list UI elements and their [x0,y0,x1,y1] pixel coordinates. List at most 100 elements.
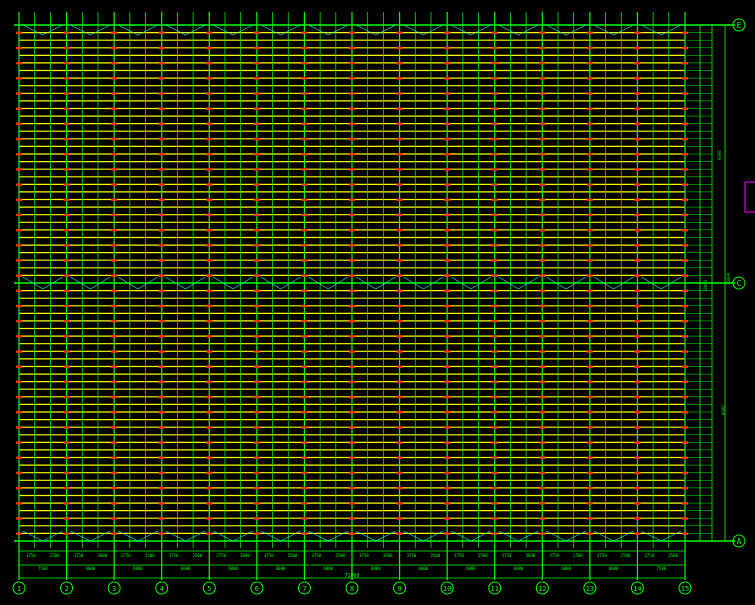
connection-marker [634,168,641,171]
connection-marker [301,213,308,217]
connection-marker [396,107,403,110]
connection-marker [206,486,213,490]
connection-marker [444,502,451,505]
connection-marker [539,365,546,368]
connection-marker [491,122,498,126]
connection-marker [301,471,308,475]
connection-marker [396,259,403,262]
connection-marker [158,228,165,232]
connection-marker [158,259,165,262]
connection-marker [206,456,213,459]
connection-marker [253,517,260,520]
connection-marker [349,61,355,65]
connection-marker [16,61,22,65]
connection-marker [63,350,70,353]
connection-marker [158,517,165,520]
connection-marker [253,304,260,308]
bottom-dim-label: 3750 [26,553,36,558]
connection-marker [396,335,403,338]
connection-marker [396,471,403,475]
connection-marker [539,198,546,201]
connection-marker [111,380,118,384]
connection-marker [396,441,403,444]
connection-marker [16,380,22,384]
column-axis-label: 5 [207,585,211,593]
connection-marker [158,350,165,353]
connection-marker [206,259,213,262]
connection-marker [444,274,451,277]
connection-marker [349,46,355,50]
connection-marker [586,441,593,444]
connection-marker [63,411,70,414]
connection-marker [253,137,260,141]
column-axis-label: 9 [397,585,401,593]
connection-marker [301,137,308,141]
connection-marker [301,441,308,444]
connection-marker [63,244,70,247]
connection-marker [111,259,118,262]
connection-marker [396,61,403,65]
connection-marker [63,426,70,429]
connection-marker [444,213,451,217]
connection-marker [349,198,355,201]
connection-marker [111,31,118,35]
connection-marker [586,92,593,95]
connection-marker [158,274,165,277]
connection-marker [253,244,260,247]
connection-marker [586,486,593,490]
connection-marker [349,77,355,80]
connection-marker [253,486,260,490]
connection-marker [158,168,165,171]
connection-marker [586,46,593,50]
connection-marker [491,274,498,277]
connection-marker [158,456,165,459]
connection-marker [63,319,70,323]
connection-marker [349,31,355,35]
bottom-dim-label: 6000 [561,566,571,571]
bottom-dim-label: 2500 [50,553,60,558]
connection-marker [491,228,498,232]
bottom-dim-label: 3750 [359,553,369,558]
connection-marker [444,168,451,171]
connection-marker [301,46,308,50]
bottom-dim-label: 6000 [133,566,143,571]
connection-marker [539,335,546,338]
connection-marker [158,304,165,308]
connection-marker [63,168,70,171]
connection-marker [16,46,22,50]
bottom-dim-label: 3750 [264,553,274,558]
connection-marker [349,107,355,110]
connection-marker [63,335,70,338]
connection-marker [539,46,546,50]
connection-marker [111,289,118,293]
connection-marker [16,274,22,277]
connection-marker [16,259,22,262]
connection-marker [444,319,451,323]
connection-marker [111,486,118,490]
connection-marker [539,61,546,65]
bottom-dim-label: 2500 [573,553,583,558]
connection-marker [253,289,260,293]
connection-marker [301,244,308,247]
connection-marker [634,228,641,232]
connection-marker [206,350,213,353]
connection-marker [539,319,546,323]
connection-marker [63,61,70,65]
connection-marker [634,380,641,384]
connection-marker [111,107,118,110]
connection-marker [539,486,546,490]
connection-marker [586,274,593,277]
bottom-dim-label: 6000 [419,566,429,571]
column-axis-label: 7 [302,585,306,593]
connection-marker [444,471,451,475]
connection-marker [634,471,641,475]
connection-marker [301,411,308,414]
connection-marker [206,168,213,171]
connection-marker [444,61,451,65]
connection-marker [158,107,165,110]
connection-marker [491,319,498,323]
connection-marker [16,319,22,323]
connection-marker [444,198,451,201]
bottom-dim-label: 3750 [597,553,607,558]
connection-marker [349,456,355,459]
